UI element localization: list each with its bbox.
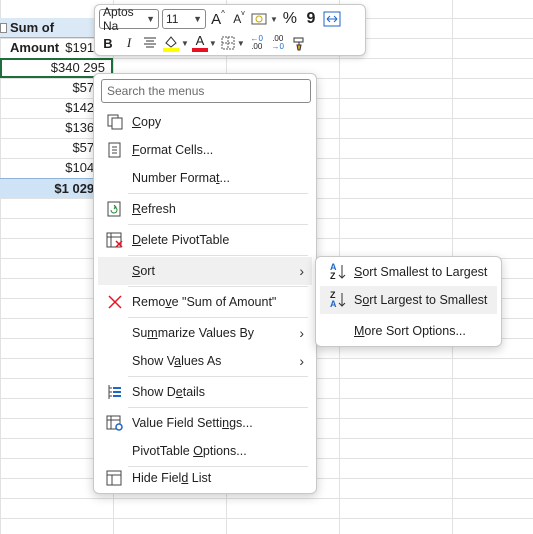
comma-style-button[interactable]: 9 [302,9,320,29]
align-center-icon [144,37,156,48]
chevron-right-icon: › [299,353,304,369]
show-details-icon [108,385,121,399]
caret-up-icon: ^ [221,8,225,18]
format-cells-icon [108,142,121,158]
italic-button[interactable]: I [120,33,138,53]
decrease-decimal-button[interactable]: .00 →0 [269,33,287,53]
more-sort-options[interactable]: More Sort Options... [320,317,497,345]
menu-divider [128,317,308,318]
caret-down-icon: v [241,9,245,17]
accounting-format-icon [251,13,267,25]
menu-item-copy[interactable]: Copy [98,108,312,136]
chevron-down-icon: ▼ [146,14,155,24]
fill-color-icon [163,36,179,52]
menu-item-delete-pivottable[interactable]: Delete PivotTable [98,226,312,254]
font-name-box[interactable]: Aptos Na ▼ [99,5,159,33]
bold-button[interactable]: B [99,33,117,53]
remove-icon [108,295,122,309]
menu-divider [128,376,308,377]
font-color-swatch [191,48,208,52]
chevron-down-icon: ▼ [270,14,278,24]
menu-item-show-values-as[interactable]: Show Values As › [98,347,312,375]
refresh-icon [107,201,121,217]
sort-smallest-to-largest[interactable]: A Z Sort Smallest to Largest [320,258,497,286]
copy-icon [107,114,123,130]
menu-search-input[interactable]: Search the menus [101,79,311,103]
format-painter-button[interactable] [290,33,308,53]
arrow-right-icon: →0 [271,42,284,51]
increase-decimal-button[interactable]: ←0.00 [248,33,266,53]
merge-center-button[interactable] [323,9,341,29]
format-painter-icon [293,37,304,51]
menu-item-format-cells[interactable]: Format Cells... [98,136,312,164]
chevron-down-icon: ▼ [236,38,245,48]
menu-divider [128,255,308,256]
field-settings-icon [106,415,123,431]
accounting-format-button[interactable]: ▼ [251,9,278,29]
menu-item-show-details[interactable]: Show Details [98,378,312,406]
font-size-value: 11 [166,12,179,26]
chevron-down-icon: ▼ [193,14,202,24]
menu-divider [128,407,308,408]
font-name-value: Aptos Na [103,5,134,33]
menu-item-summarize-values[interactable]: Summarize Values By › [98,319,312,347]
menu-divider [128,286,308,287]
sort-descending-icon: Z A [328,291,348,309]
font-size-box[interactable]: 11 ▼ [162,9,206,29]
fill-color-button[interactable]: ▼ [162,33,189,53]
shrink-font-button[interactable]: Av [230,9,248,29]
mini-toolbar: Aptos Na ▼ 11 ▼ A ^ Av ▼ % 9 B I ▼ A ▼ ▼… [94,4,366,56]
context-menu: Search the menus Copy Format Cells... Nu… [93,73,317,494]
sort-largest-to-smallest[interactable]: Z A Sort Largest to Smallest [320,286,497,314]
borders-button[interactable]: ▼ [220,33,245,53]
align-center-button[interactable] [141,33,159,53]
menu-divider [128,193,308,194]
font-color-button[interactable]: A ▼ [191,33,217,53]
menu-item-sort[interactable]: Sort › [98,257,312,285]
menu-item-value-field-settings[interactable]: Value Field Settings... [98,409,312,437]
menu-divider [128,224,308,225]
grow-font-button[interactable]: A ^ [209,9,227,29]
chevron-down-icon: ▼ [208,38,217,48]
sort-submenu: A Z Sort Smallest to Largest Z A Sort La… [315,256,502,347]
chevron-right-icon: › [299,325,304,341]
borders-icon [221,36,235,50]
chevron-down-icon: ▼ [181,38,189,48]
font-color-icon: A [191,34,208,52]
delete-pivottable-icon [106,232,123,248]
sort-ascending-icon: A Z [328,263,348,281]
menu-item-number-format[interactable]: Number Format... [98,164,312,192]
menu-item-refresh[interactable]: Refresh [98,195,312,223]
menu-item-remove-field[interactable]: Remove "Sum of Amount" [98,288,312,316]
menu-item-pivottable-options[interactable]: PivotTable Options... [98,437,312,465]
field-list-icon [106,470,122,486]
percent-style-button[interactable]: % [281,9,299,29]
menu-item-hide-field-list[interactable]: Hide Field List [98,464,312,492]
filter-dropdown-icon[interactable] [0,23,7,33]
merge-center-icon [323,11,341,27]
chevron-right-icon: › [299,263,304,279]
